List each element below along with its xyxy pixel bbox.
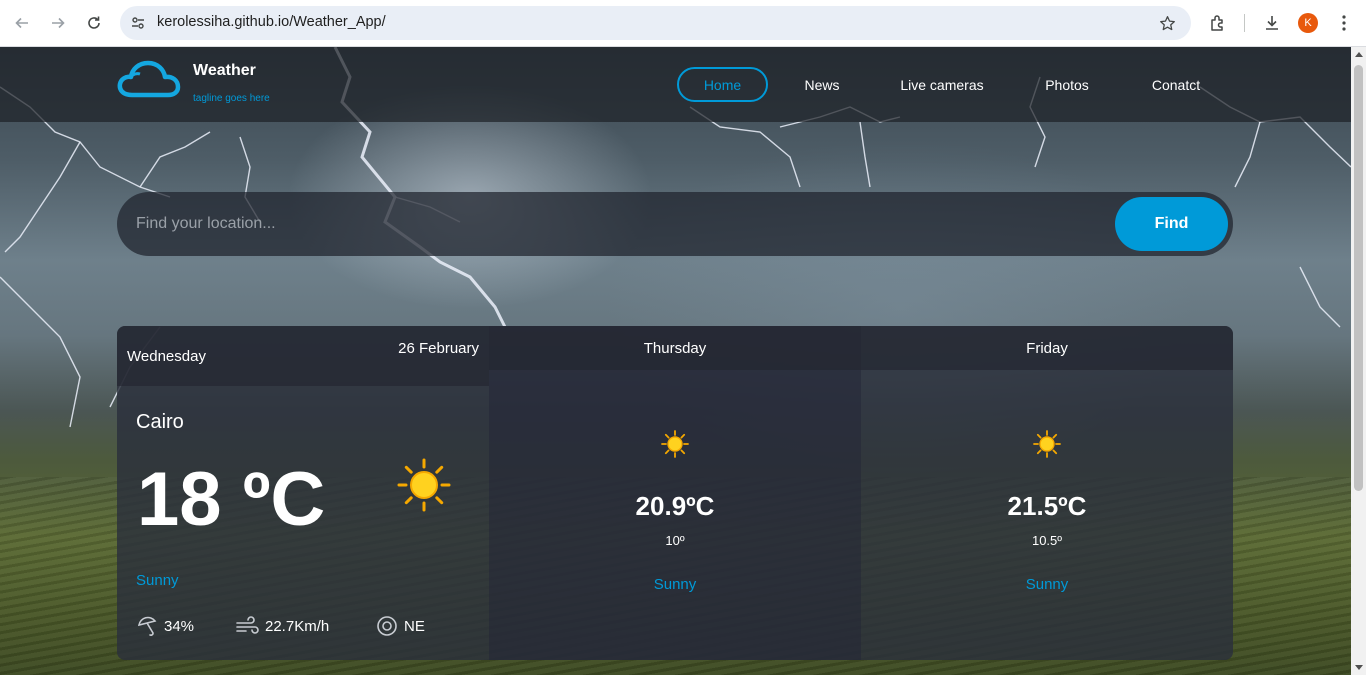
nav-item-home[interactable]: Home xyxy=(677,67,768,102)
sun-icon xyxy=(661,430,689,458)
today-header: Wednesday 26 February xyxy=(117,326,489,386)
min-temperature: 10º xyxy=(665,533,685,548)
location-name: Cairo xyxy=(136,411,184,433)
scroll-up-icon[interactable] xyxy=(1355,52,1363,57)
sun-icon xyxy=(1033,430,1061,458)
page-scrollbar[interactable] xyxy=(1351,47,1366,675)
max-temperature: 20.9ºC xyxy=(635,491,715,521)
day-header: Friday xyxy=(861,326,1233,370)
today-forecast-card: Wednesday 26 February Cairo 18 ºC Sunny … xyxy=(117,326,489,660)
nav-item-news[interactable]: News xyxy=(792,67,852,102)
profile-avatar[interactable]: K xyxy=(1298,13,1318,33)
site-info-icon[interactable] xyxy=(129,14,147,32)
today-date: 26 February xyxy=(398,340,479,357)
address-bar[interactable]: kerolessiha.github.io/Weather_App/ xyxy=(120,6,1191,40)
current-temperature: 18 ºC xyxy=(137,457,326,542)
day-header: Thursday xyxy=(489,326,861,370)
reload-icon xyxy=(88,16,100,29)
kebab-menu-icon xyxy=(1342,15,1346,31)
page-viewport: Weather tagline goes here Home News Live… xyxy=(0,47,1351,675)
menu-button[interactable] xyxy=(1332,11,1356,35)
wind-icon xyxy=(236,616,259,634)
day-forecast-card: Friday 21.5ºC 10.5º Sunny xyxy=(861,326,1233,660)
wind-direction-stat: NE xyxy=(376,615,425,637)
location-search: Find xyxy=(117,192,1233,256)
site-header: Weather tagline goes here Home News Live… xyxy=(0,47,1351,122)
wind-speed-stat: 22.7Km/h xyxy=(235,615,329,637)
reload-button[interactable] xyxy=(82,11,106,35)
forward-button[interactable] xyxy=(46,11,70,35)
forecast-condition: Sunny xyxy=(1025,576,1069,593)
forecast-day: Thursday xyxy=(643,340,707,357)
today-day: Wednesday xyxy=(127,348,206,365)
humidity-value: 34% xyxy=(164,617,195,635)
location-search-input[interactable] xyxy=(136,212,1036,236)
puzzle-icon xyxy=(1211,15,1223,31)
today-condition: Sunny xyxy=(136,572,179,589)
compass-icon xyxy=(377,616,397,636)
day-forecast-card: Thursday 20.9ºC 10º Sunny xyxy=(489,326,861,660)
humidity-stat: 34% xyxy=(136,615,194,637)
browser-toolbar: kerolessiha.github.io/Weather_App/ K xyxy=(0,0,1366,47)
url-text: kerolessiha.github.io/Weather_App/ xyxy=(157,14,386,30)
max-temperature: 21.5ºC xyxy=(1007,491,1087,521)
scroll-down-icon[interactable] xyxy=(1355,665,1363,670)
tagline: tagline goes here xyxy=(193,93,270,104)
arrow-left-icon xyxy=(15,17,28,29)
sun-icon xyxy=(397,458,451,512)
bookmark-star-icon[interactable] xyxy=(1157,13,1177,33)
download-icon xyxy=(1266,16,1278,30)
find-button[interactable]: Find xyxy=(1115,197,1228,251)
forecast-condition: Sunny xyxy=(653,576,697,593)
umbrella-icon xyxy=(138,616,157,636)
wind-speed-value: 22.7Km/h xyxy=(265,617,330,635)
nav-item-live-cameras[interactable]: Live cameras xyxy=(893,67,991,102)
toolbar-divider xyxy=(1244,14,1245,32)
nav-item-photos[interactable]: Photos xyxy=(1034,67,1100,102)
brand-name[interactable]: Weather xyxy=(193,62,256,80)
downloads-button[interactable] xyxy=(1260,11,1284,35)
extensions-button[interactable] xyxy=(1206,11,1230,35)
wind-direction-value: NE xyxy=(404,617,425,635)
arrow-right-icon xyxy=(52,17,65,29)
min-temperature: 10.5º xyxy=(1031,533,1063,548)
nav-item-contact[interactable]: Conatct xyxy=(1140,67,1212,102)
forecast-table: Wednesday 26 February Cairo 18 ºC Sunny … xyxy=(117,326,1233,660)
scrollbar-thumb[interactable] xyxy=(1354,65,1363,491)
back-button[interactable] xyxy=(10,11,34,35)
forecast-day: Friday xyxy=(1026,340,1068,357)
cloud-logo-icon[interactable] xyxy=(116,59,182,99)
